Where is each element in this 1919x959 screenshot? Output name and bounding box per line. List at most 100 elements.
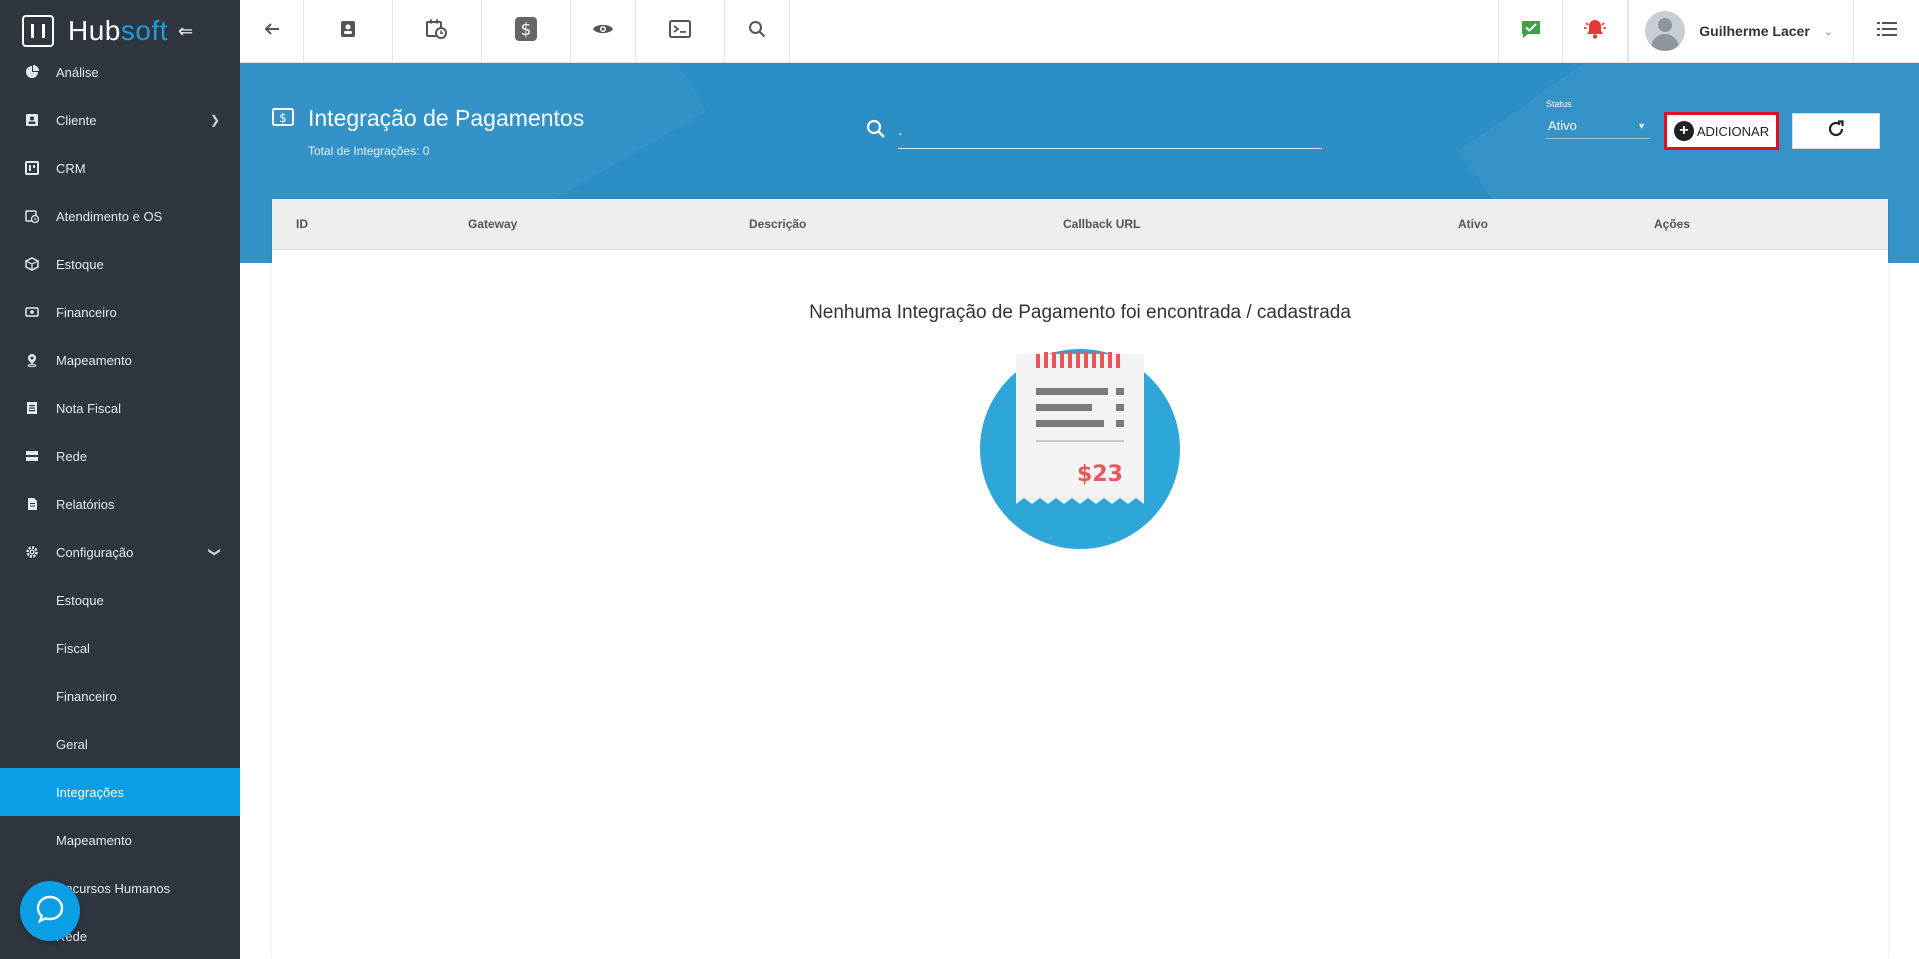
receipt-amount: $23 xyxy=(1077,462,1123,487)
report-icon xyxy=(24,496,40,512)
refresh-icon xyxy=(1827,119,1845,143)
sidebar-subitem-integracoes[interactable]: Integrações xyxy=(0,768,240,816)
chat-bubble-icon xyxy=(35,894,65,929)
add-button-label: ADICIONAR xyxy=(1696,123,1770,139)
sidebar-item-label: Financeiro xyxy=(56,688,117,704)
status-select[interactable]: Ativo ▼ xyxy=(1546,113,1650,139)
dollar-icon: $ xyxy=(515,16,537,46)
empty-state-message: Nenhuma Integração de Pagamento foi enco… xyxy=(809,302,1351,323)
status-filter: Status Ativo ▼ xyxy=(1546,99,1650,139)
sidebar-item-atendimento[interactable]: Atendimento e OS xyxy=(0,192,240,240)
sidebar-item-analise[interactable]: Análise xyxy=(0,48,240,96)
search-box xyxy=(866,113,1322,151)
calendar-clock-icon xyxy=(426,19,448,44)
sidebar-item-configuracao[interactable]: Configuração ❯ xyxy=(0,528,240,576)
page-title: $ Integração de Pagamentos xyxy=(272,105,584,132)
eye-icon xyxy=(592,22,614,41)
svg-text:$: $ xyxy=(279,111,287,125)
search-input[interactable] xyxy=(898,113,1322,149)
sidebar-item-label: CRM xyxy=(56,160,86,176)
sidebar-item-label: Relatórios xyxy=(56,496,115,512)
column-header-ativo[interactable]: Ativo xyxy=(1458,217,1488,231)
sidebar-item-rede[interactable]: Rede xyxy=(0,432,240,480)
back-button[interactable] xyxy=(240,0,304,62)
plus-circle-icon: + xyxy=(1673,121,1694,141)
column-header-descricao[interactable]: Descrição xyxy=(749,217,806,231)
finance-shortcut-button[interactable]: $ xyxy=(482,0,571,62)
chevron-down-icon: ⌄ xyxy=(1823,25,1833,38)
refresh-button[interactable] xyxy=(1792,113,1880,149)
sidebar: Hubsoft ⇐ Análise Cliente ❯ CRM Atendime… xyxy=(0,0,240,959)
top-bar-spacer xyxy=(790,0,1498,62)
total-count: Total de Integrações: 0 xyxy=(308,144,430,158)
terminal-shortcut-button[interactable] xyxy=(636,0,725,62)
brand-name: Hubsoft xyxy=(68,15,169,46)
sidebar-item-label: Atendimento e OS xyxy=(56,208,163,224)
avatar xyxy=(1645,11,1686,51)
sidebar-item-label: Estoque xyxy=(56,256,104,272)
sidebar-item-label: Mapeamento xyxy=(56,352,132,368)
caret-down-icon: ▼ xyxy=(1637,120,1646,131)
map-pin-icon xyxy=(24,352,40,368)
column-header-id[interactable]: ID xyxy=(296,217,308,231)
user-menu[interactable]: Guilherme Lacer ⌄ xyxy=(1628,0,1854,62)
chat-notifications-button[interactable] xyxy=(1498,0,1564,62)
sidebar-item-mapeamento[interactable]: Mapeamento xyxy=(0,336,240,384)
sidebar-subitem-fiscal[interactable]: Fiscal xyxy=(0,624,240,672)
status-label: Status xyxy=(1546,99,1572,109)
schedule-shortcut-button[interactable] xyxy=(393,0,482,62)
monitor-shortcut-button[interactable] xyxy=(571,0,636,62)
column-header-callback-url[interactable]: Callback URL xyxy=(1063,217,1140,231)
arrow-left-icon xyxy=(263,20,281,43)
search-shortcut-button[interactable] xyxy=(725,0,790,62)
terminal-icon xyxy=(669,19,691,43)
server-icon xyxy=(24,448,40,464)
sidebar-item-label: Fiscal xyxy=(56,640,90,656)
bell-icon xyxy=(1583,18,1607,45)
money-bill-icon: $ xyxy=(272,105,294,132)
sidebar-item-relatorios[interactable]: Relatórios xyxy=(0,480,240,528)
svg-text:$: $ xyxy=(521,20,532,40)
hubsoft-logo-icon xyxy=(22,15,54,47)
sidebar-item-crm[interactable]: CRM xyxy=(0,144,240,192)
chat-check-icon xyxy=(1520,18,1542,45)
gear-icon xyxy=(24,544,40,560)
sidebar-item-label: Mapeamento xyxy=(56,832,132,848)
sidebar-item-nota-fiscal[interactable]: Nota Fiscal xyxy=(0,384,240,432)
contact-card-icon xyxy=(339,20,357,43)
column-header-acoes[interactable]: Ações xyxy=(1654,217,1690,231)
search-icon xyxy=(748,20,766,43)
sidebar-item-cliente[interactable]: Cliente ❯ xyxy=(0,96,240,144)
user-name: Guilherme Lacer xyxy=(1699,23,1810,39)
column-header-gateway[interactable]: Gateway xyxy=(468,217,517,231)
sidebar-item-label: Rede xyxy=(56,448,88,464)
chevron-down-icon: ❯ xyxy=(207,546,222,558)
menu-button[interactable] xyxy=(1854,0,1919,62)
table-header: ID Gateway Descrição Callback URL Ativo … xyxy=(272,199,1888,250)
alerts-button[interactable] xyxy=(1563,0,1629,62)
sidebar-item-label: Integrações xyxy=(56,784,124,800)
sidebar-subitem-estoque[interactable]: Estoque xyxy=(0,576,240,624)
chevron-right-icon: ❯ xyxy=(209,113,220,127)
collapse-sidebar-icon[interactable]: ⇐ xyxy=(178,21,193,42)
sidebar-item-financeiro[interactable]: Financeiro xyxy=(0,288,240,336)
sidebar-item-estoque[interactable]: Estoque xyxy=(0,240,240,288)
sidebar-item-label: Financeiro xyxy=(56,304,117,320)
sidebar-item-label: Estoque xyxy=(56,592,104,608)
integrations-table-card: ID Gateway Descrição Callback URL Ativo … xyxy=(272,199,1888,959)
contact-card-icon xyxy=(24,112,40,128)
document-list-icon xyxy=(24,400,40,416)
sidebar-item-label: Análise xyxy=(56,64,99,80)
add-button[interactable]: + ADICIONAR xyxy=(1664,112,1779,150)
money-bill-icon xyxy=(24,304,40,320)
sidebar-subitem-geral[interactable]: Geral xyxy=(0,720,240,768)
top-bar: $ Guilherme Lacer ⌄ xyxy=(240,0,1919,63)
box-icon xyxy=(24,256,40,272)
sidebar-item-label: Nota Fiscal xyxy=(56,400,122,416)
sidebar-item-label: Configuração xyxy=(56,544,134,560)
sidebar-subitem-mapeamento[interactable]: Mapeamento xyxy=(0,816,240,864)
support-chat-button[interactable] xyxy=(20,881,80,941)
sidebar-subitem-financeiro[interactable]: Financeiro xyxy=(0,672,240,720)
page-title-text: Integração de Pagamentos xyxy=(308,105,585,131)
clients-shortcut-button[interactable] xyxy=(304,0,393,62)
